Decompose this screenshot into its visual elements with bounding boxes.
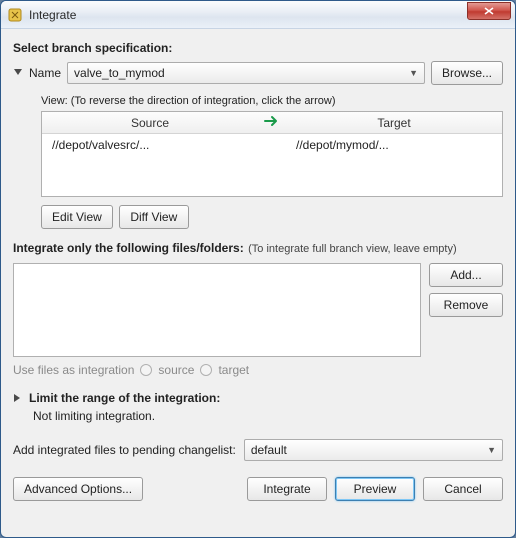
chevron-down-icon: ▼	[409, 68, 418, 78]
app-icon	[7, 7, 23, 23]
radio-source	[140, 364, 152, 376]
window-title: Integrate	[29, 8, 467, 22]
name-label: Name	[29, 66, 61, 80]
use-files-label: Use files as integration	[13, 363, 134, 377]
remove-button[interactable]: Remove	[429, 293, 503, 317]
integrate-dialog: Integrate Select branch specification: N…	[0, 0, 516, 538]
branch-name-combo[interactable]: valve_to_mymod ▼	[67, 62, 425, 84]
close-button[interactable]	[467, 2, 511, 20]
add-button[interactable]: Add...	[429, 263, 503, 287]
col-source-header[interactable]: Source	[42, 116, 258, 130]
chevron-down-icon: ▼	[487, 445, 496, 455]
integrate-only-heading: Integrate only the following files/folde…	[13, 241, 244, 255]
preview-button[interactable]: Preview	[335, 477, 415, 501]
limit-expander-icon[interactable]	[11, 393, 25, 403]
files-listbox[interactable]	[13, 263, 421, 357]
titlebar: Integrate	[1, 1, 515, 29]
use-files-row: Use files as integration source target	[13, 363, 503, 377]
client-area: Select branch specification: Name valve_…	[1, 29, 515, 537]
limit-heading: Limit the range of the integration:	[29, 391, 220, 405]
col-target-header[interactable]: Target	[286, 116, 502, 130]
table-row[interactable]: //depot/valvesrc/... //depot/mymod/...	[42, 134, 502, 196]
branch-spec-heading: Select branch specification:	[13, 41, 503, 55]
integrate-button[interactable]: Integrate	[247, 477, 327, 501]
integrate-only-hint: (To integrate full branch view, leave em…	[248, 243, 457, 255]
edit-view-button[interactable]: Edit View	[41, 205, 113, 229]
radio-target-label: target	[218, 363, 249, 377]
branch-name-value: valve_to_mymod	[74, 66, 165, 80]
changelist-label: Add integrated files to pending changeli…	[13, 443, 236, 457]
view-hint-label: View: (To reverse the direction of integ…	[41, 95, 503, 107]
changelist-combo[interactable]: default ▼	[244, 439, 503, 461]
advanced-options-button[interactable]: Advanced Options...	[13, 477, 143, 501]
radio-target	[200, 364, 212, 376]
direction-arrow-icon[interactable]	[258, 115, 286, 130]
diff-view-button[interactable]: Diff View	[119, 205, 189, 229]
cancel-button[interactable]: Cancel	[423, 477, 503, 501]
target-path: //depot/mymod/...	[286, 134, 502, 196]
table-header: Source Target	[42, 112, 502, 134]
browse-button[interactable]: Browse...	[431, 61, 503, 85]
branch-view-table: Source Target //depot/valvesrc/... //dep…	[41, 111, 503, 197]
source-path: //depot/valvesrc/...	[42, 134, 258, 196]
limit-status: Not limiting integration.	[33, 409, 503, 423]
changelist-value: default	[251, 443, 287, 457]
branch-expander-icon[interactable]	[13, 64, 23, 82]
radio-source-label: source	[158, 363, 194, 377]
